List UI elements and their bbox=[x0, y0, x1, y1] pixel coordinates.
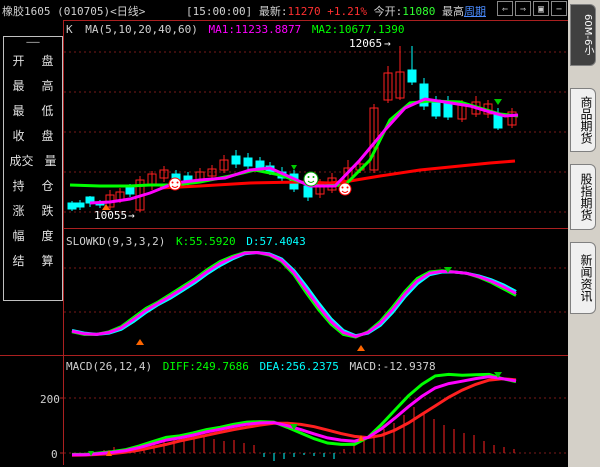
kd-params: SLOWKD(9,3,3,2) bbox=[66, 235, 165, 248]
tab-commodity-futures[interactable]: 商品期货 bbox=[570, 88, 596, 152]
macd-overlay-line bbox=[71, 375, 517, 457]
menu-char: 跌 bbox=[41, 204, 54, 218]
menu-char: 最 bbox=[12, 104, 25, 118]
menu-char: 幅 bbox=[12, 229, 25, 243]
menu-char: 度 bbox=[41, 229, 54, 243]
menu-item-change[interactable]: 涨跌 bbox=[4, 199, 62, 224]
menu-char: 最 bbox=[12, 79, 25, 93]
macd-dea-line bbox=[71, 377, 517, 457]
menu-item-open-interest[interactable]: 持仓 bbox=[4, 174, 62, 199]
high-price-mark: 12065 bbox=[349, 37, 382, 50]
candle-body bbox=[75, 202, 85, 208]
ma-params: MA(5,10,20,40,60) bbox=[85, 23, 198, 36]
menu-item-settle[interactable]: 结算 bbox=[4, 249, 62, 274]
side-tab-bar: 60M-6小 商品期货 股指期货 新闻资讯 bbox=[568, 0, 600, 467]
macd-lines bbox=[71, 372, 517, 457]
menu-divider: —— bbox=[26, 35, 40, 48]
kd-lines bbox=[71, 250, 517, 339]
tab-period[interactable]: 60M-6小 bbox=[570, 4, 596, 66]
menu-item-low[interactable]: 最低 bbox=[4, 99, 62, 124]
menu-char: 开 bbox=[12, 54, 25, 68]
kd-d-line bbox=[71, 250, 517, 338]
menu-item-open[interactable]: 开盘 bbox=[4, 49, 62, 74]
field-menu: —— 开盘 最高 最低 收盘 成交量 持仓 涨跌 幅度 结算 bbox=[3, 36, 63, 301]
macd-dea-value: DEA:256.2375 bbox=[259, 360, 338, 373]
low-arrow-icon: → bbox=[128, 209, 135, 222]
menu-item-percent[interactable]: 幅度 bbox=[4, 224, 62, 249]
candle-body bbox=[231, 155, 241, 165]
menu-char: 结 bbox=[12, 254, 25, 268]
kd-k-value: K:55.5920 bbox=[176, 235, 236, 248]
candle-body bbox=[255, 160, 265, 169]
menu-char: 低 bbox=[41, 104, 54, 118]
macd-diff-value: DIFF:249.7686 bbox=[163, 360, 249, 373]
kd-d-value: D:57.4043 bbox=[246, 235, 306, 248]
menu-char: 盘 bbox=[41, 129, 54, 143]
macd-tick-0: 0 bbox=[51, 448, 58, 461]
macd-tick-200: 200 bbox=[40, 393, 60, 406]
menu-char: 高 bbox=[41, 79, 54, 93]
menu-char: 收 bbox=[12, 129, 25, 143]
ma1-value: MA1:11233.8877 bbox=[208, 23, 301, 36]
candle-body bbox=[407, 69, 417, 83]
tab-news[interactable]: 新闻资讯 bbox=[570, 242, 596, 314]
menu-char: 成交 bbox=[9, 154, 34, 168]
macd-diff-line bbox=[72, 372, 517, 456]
candle-body bbox=[125, 186, 135, 195]
kd-panel-title: SLOWKD(9,3,3,2) K:55.5920 D:57.4043 bbox=[66, 235, 306, 248]
kd-overlay-line bbox=[71, 250, 517, 338]
menu-char: 量 bbox=[44, 154, 57, 168]
k-panel-title: K MA(5,10,20,40,60) MA1:11233.8877 MA2:1… bbox=[66, 23, 405, 36]
macd-panel-title: MACD(26,12,4) DIFF:249.7686 DEA:256.2375… bbox=[66, 360, 436, 373]
smiley-marker bbox=[303, 171, 319, 187]
tab-index-futures[interactable]: 股指期货 bbox=[570, 164, 596, 230]
chart-canvas[interactable]: 12065 → 10055 → K MA(5,10,20,40,60) MA1:… bbox=[0, 0, 568, 467]
menu-char: 仓 bbox=[41, 179, 54, 193]
macd-value: MACD:-12.9378 bbox=[350, 360, 436, 373]
menu-item-high[interactable]: 最高 bbox=[4, 74, 62, 99]
candle-body bbox=[243, 157, 253, 167]
ma2-value: MA2:10677.1390 bbox=[312, 23, 405, 36]
menu-item-close[interactable]: 收盘 bbox=[4, 124, 62, 149]
kd-k-line bbox=[71, 251, 517, 339]
smiley-marker bbox=[168, 177, 182, 191]
candle-body bbox=[67, 202, 77, 210]
menu-item-volume[interactable]: 成交量 bbox=[4, 149, 62, 174]
up-arrow-icon bbox=[136, 339, 365, 351]
down-arrow-icon bbox=[291, 99, 502, 170]
high-arrow-icon: → bbox=[384, 37, 391, 50]
macd-params: MACD(26,12,4) bbox=[66, 360, 152, 373]
menu-char: 算 bbox=[41, 254, 54, 268]
menu-char: 持 bbox=[12, 179, 25, 193]
candle-body bbox=[303, 185, 313, 198]
menu-char: 盘 bbox=[41, 54, 54, 68]
smiley-marker bbox=[338, 182, 352, 196]
menu-char: 涨 bbox=[12, 204, 25, 218]
low-price-mark: 10055 bbox=[94, 209, 127, 222]
k-prefix: K bbox=[66, 23, 73, 36]
